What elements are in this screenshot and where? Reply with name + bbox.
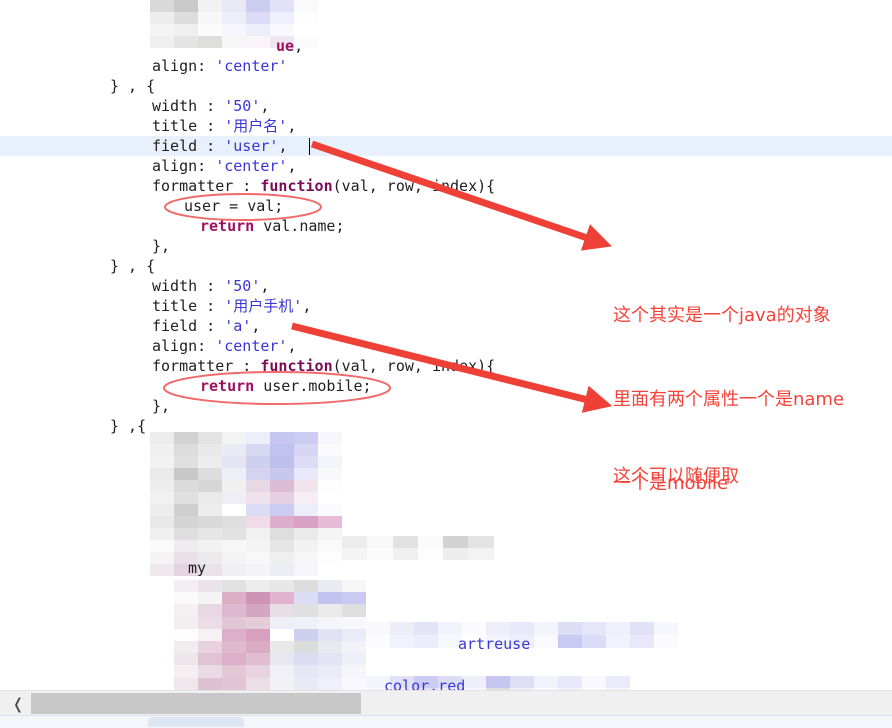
bottom-status-bar <box>0 715 892 728</box>
pixelated-region-tail <box>342 536 494 560</box>
scroll-left-icon[interactable]: ❬ <box>8 694 28 713</box>
code-line-fragment[interactable]: ue, <box>0 36 892 56</box>
code-fragment-color-red[interactable]: color.red <box>0 676 892 690</box>
code-line[interactable]: title : '用户名', <box>0 116 892 136</box>
note-arbitrary-line-1: 这个可以随便取 <box>613 466 739 487</box>
note-java-object-line-1: 这个其实是一个java的对象 <box>613 305 831 326</box>
scrollbar-thumb[interactable] <box>31 693 361 714</box>
code-line[interactable]: width : '50', <box>0 96 892 116</box>
code-line[interactable]: align: 'center', <box>0 156 892 176</box>
code-line[interactable]: formatter : function(val, row, index){ <box>0 176 892 196</box>
code-fragment-my[interactable]: my <box>0 558 892 578</box>
text-caret <box>309 138 310 155</box>
code-fragment-chartreuse[interactable]: artreuse <box>0 634 892 654</box>
code-line[interactable]: } , { <box>0 76 892 96</box>
pixelated-region-middle <box>150 432 342 576</box>
note-arbitrary: 这个可以随便取 <box>613 407 739 519</box>
bottom-tab-stub[interactable] <box>148 717 244 727</box>
code-line[interactable]: user = val; <box>0 196 892 216</box>
code-line-current[interactable]: field : 'user', <box>0 136 892 156</box>
code-line[interactable]: align: 'center' <box>0 56 892 76</box>
code-line[interactable]: return val.name; <box>0 216 892 236</box>
horizontal-scrollbar[interactable]: ❬ <box>0 690 892 716</box>
